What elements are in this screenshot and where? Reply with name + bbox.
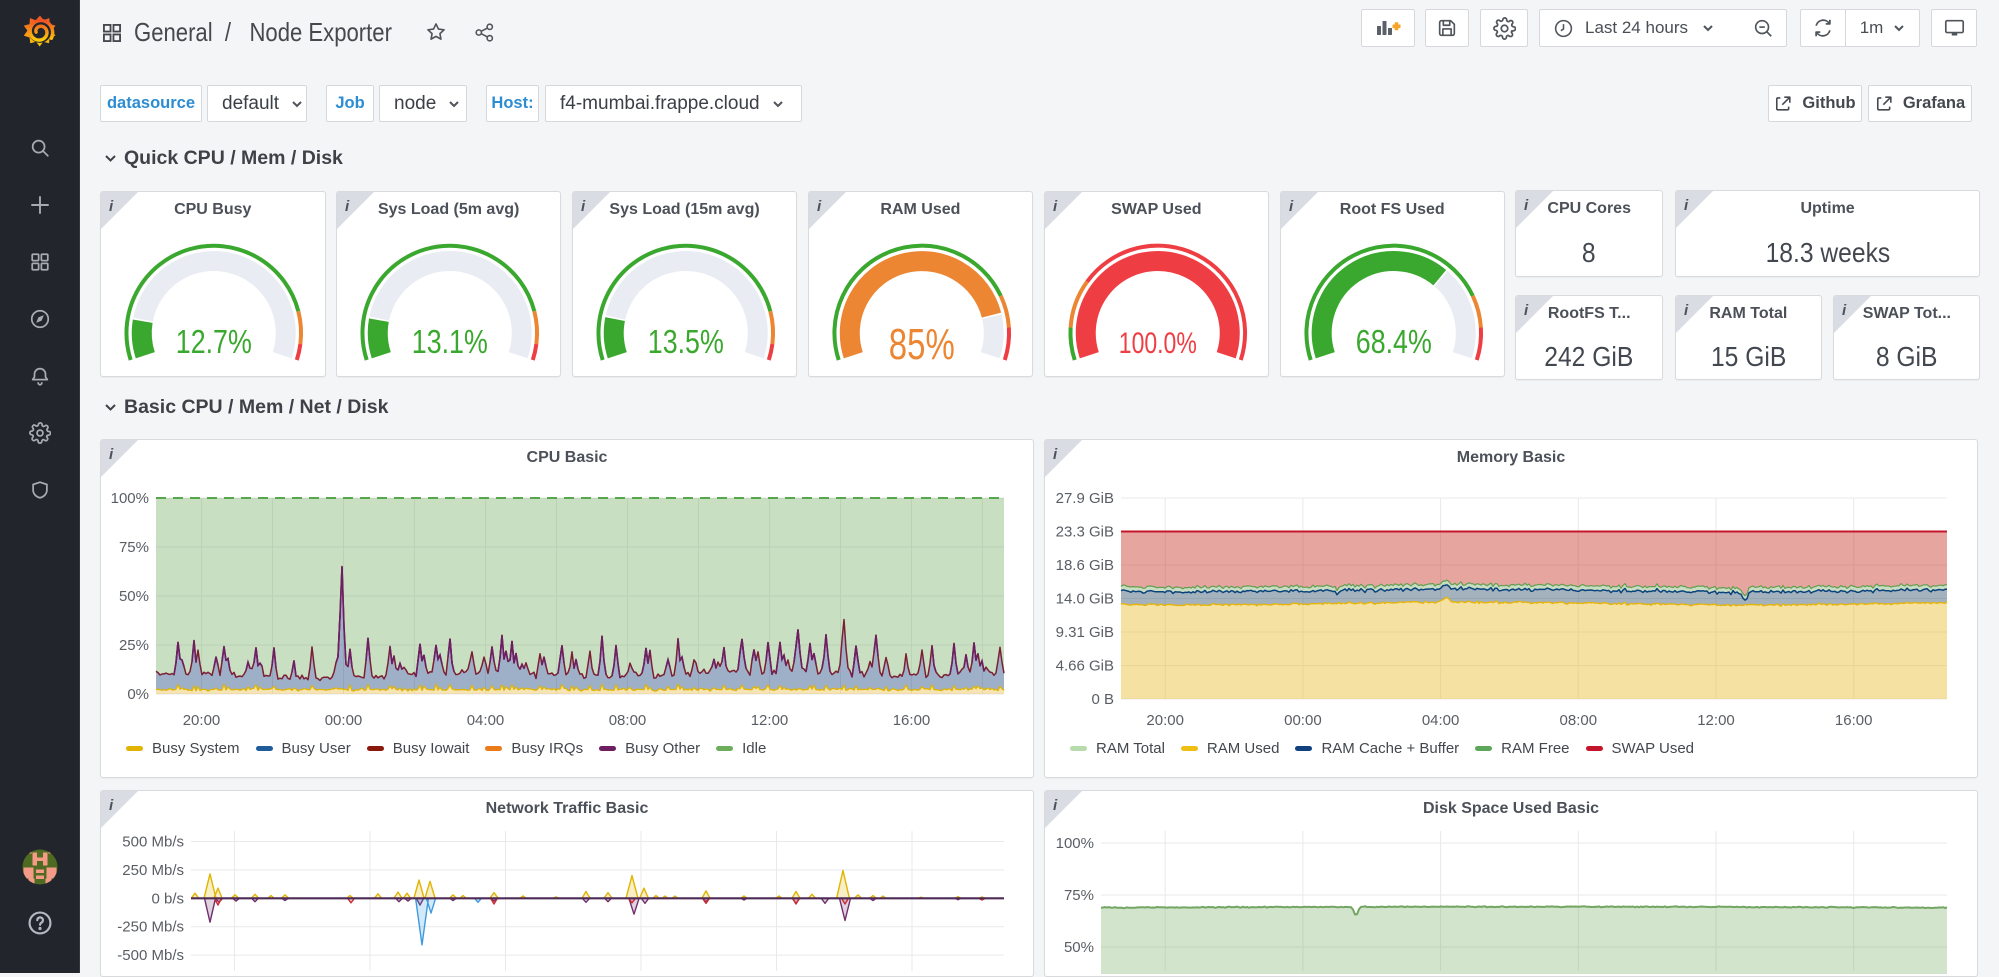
svg-text:250 Mb/s: 250 Mb/s xyxy=(122,862,184,879)
svg-text:500 Mb/s: 500 Mb/s xyxy=(122,834,184,851)
svg-text:04:00: 04:00 xyxy=(1422,712,1460,729)
svg-text:0 b/s: 0 b/s xyxy=(151,890,184,907)
svg-text:00:00: 00:00 xyxy=(1284,712,1322,729)
svg-text:08:00: 08:00 xyxy=(609,712,647,729)
svg-text:16:00: 16:00 xyxy=(1835,712,1873,729)
svg-text:14.0 GiB: 14.0 GiB xyxy=(1056,591,1114,608)
svg-text:0%: 0% xyxy=(127,686,149,703)
svg-text:50%: 50% xyxy=(1064,939,1094,956)
svg-text:100.0%: 100.0% xyxy=(1118,327,1196,360)
svg-text:13.1%: 13.1% xyxy=(412,323,488,360)
svg-text:-250 Mb/s: -250 Mb/s xyxy=(117,919,184,936)
svg-text:20:00: 20:00 xyxy=(183,712,221,729)
svg-text:04:00: 04:00 xyxy=(467,712,505,729)
svg-text:12:00: 12:00 xyxy=(751,712,789,729)
svg-text:27.9 GiB: 27.9 GiB xyxy=(1056,490,1114,507)
svg-text:4.66 GiB: 4.66 GiB xyxy=(1056,658,1114,675)
svg-text:75%: 75% xyxy=(119,539,149,556)
svg-text:12.7%: 12.7% xyxy=(176,323,252,360)
svg-text:-500 Mb/s: -500 Mb/s xyxy=(117,947,184,964)
svg-text:75%: 75% xyxy=(1064,887,1094,904)
svg-text:85%: 85% xyxy=(888,320,954,369)
svg-text:0 B: 0 B xyxy=(1091,691,1114,708)
svg-text:25%: 25% xyxy=(119,637,149,654)
svg-text:50%: 50% xyxy=(119,588,149,605)
svg-text:16:00: 16:00 xyxy=(893,712,931,729)
svg-text:12:00: 12:00 xyxy=(1697,712,1735,729)
svg-text:100%: 100% xyxy=(1056,835,1094,852)
svg-text:23.3 GiB: 23.3 GiB xyxy=(1056,524,1114,541)
svg-text:13.5%: 13.5% xyxy=(648,323,724,360)
svg-text:08:00: 08:00 xyxy=(1560,712,1598,729)
svg-text:18.6 GiB: 18.6 GiB xyxy=(1056,557,1114,574)
svg-text:9.31 GiB: 9.31 GiB xyxy=(1056,624,1114,641)
svg-text:100%: 100% xyxy=(111,490,149,507)
svg-text:20:00: 20:00 xyxy=(1146,712,1184,729)
svg-text:68.4%: 68.4% xyxy=(1355,323,1431,360)
svg-text:00:00: 00:00 xyxy=(325,712,363,729)
